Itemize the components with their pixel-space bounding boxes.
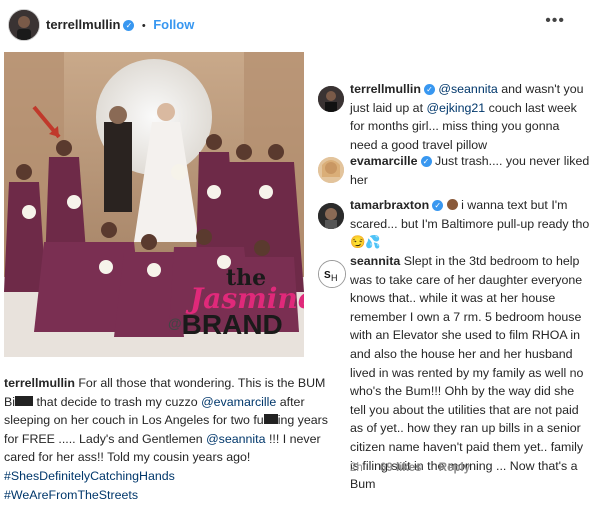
avatar[interactable] bbox=[8, 9, 40, 41]
censor-bar bbox=[263, 414, 278, 425]
post-caption: terrellmullin For all those that wonderi… bbox=[4, 374, 329, 504]
avatar[interactable] bbox=[318, 203, 344, 229]
comment-username[interactable]: seannita bbox=[350, 254, 400, 268]
mention-link[interactable]: @seannita bbox=[206, 432, 265, 446]
mention-link[interactable]: @seannita bbox=[438, 82, 497, 96]
emoji: 😏💦 bbox=[350, 235, 381, 250]
more-dots-icon[interactable]: ••• bbox=[545, 12, 565, 30]
avatar[interactable] bbox=[318, 157, 344, 183]
reply-button[interactable]: Reply bbox=[439, 462, 470, 474]
post-photo: the Jasmine @BRAND bbox=[4, 52, 304, 357]
hashtag-link[interactable]: #ShesDefinitelyCatchingHands bbox=[4, 469, 175, 483]
svg-text:H: H bbox=[331, 273, 338, 283]
comment-username[interactable]: tamarbraxton bbox=[350, 198, 429, 212]
hashtag-link[interactable]: #WeAreFromTheStreets bbox=[4, 488, 138, 502]
mention-link[interactable]: @ejking21 bbox=[426, 101, 485, 115]
watermark-prefix: @ bbox=[168, 315, 182, 331]
censor-bar bbox=[15, 395, 34, 406]
verified-badge-icon: ✓ bbox=[432, 200, 444, 211]
comment-timestamp: 2h bbox=[350, 462, 363, 474]
comment: evamarcille ✓ Just trash.... you never li… bbox=[350, 152, 590, 189]
avatar[interactable] bbox=[318, 86, 344, 112]
watermark-line-3: BRAND bbox=[181, 309, 283, 340]
comment-username[interactable]: evamarcille bbox=[350, 154, 418, 168]
separator-dot: • bbox=[141, 20, 146, 32]
verified-badge-icon: ✓ bbox=[420, 156, 432, 167]
svg-text:S: S bbox=[324, 270, 331, 281]
caption-username[interactable]: terrellmullin bbox=[4, 376, 75, 390]
caption-text: that decide to trash my cuzzo bbox=[33, 394, 202, 409]
header-username[interactable]: terrellmullin bbox=[46, 17, 120, 32]
likes-count[interactable]: 69 likes bbox=[380, 462, 422, 474]
comment: tamarbraxton ✓ i wanna text but I'm scare… bbox=[350, 196, 590, 252]
verified-badge-icon: ✓ bbox=[123, 20, 135, 31]
comment: seannita Slept in the 3td bedroom to hel… bbox=[350, 252, 590, 494]
comment-text: Slept in the 3td bedroom to help was to … bbox=[350, 254, 584, 492]
comment-username[interactable]: terrellmullin bbox=[350, 82, 421, 96]
comment: terrellmullin ✓ @seannita and wasn't you … bbox=[350, 80, 590, 154]
watermark: the Jasmine @BRAND bbox=[168, 267, 304, 339]
comment-footer: 2h 69 likes Reply bbox=[350, 462, 484, 474]
verified-badge-icon: ✓ bbox=[423, 84, 435, 95]
mention-link[interactable]: @evamarcille bbox=[201, 395, 276, 409]
follow-button[interactable]: Follow bbox=[153, 17, 194, 32]
avatar[interactable]: SH bbox=[318, 260, 346, 288]
avatar-emoji-icon bbox=[446, 199, 458, 210]
post-header: terrellmullin ✓ • Follow ••• bbox=[0, 0, 595, 48]
